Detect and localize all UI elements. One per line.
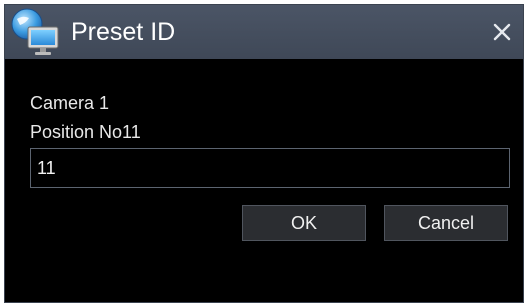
camera-label: Camera 1 bbox=[30, 93, 110, 113]
close-icon[interactable] bbox=[487, 17, 517, 47]
position-label: Position No11 bbox=[30, 122, 141, 142]
ok-button[interactable]: OK bbox=[242, 205, 366, 241]
dialog-title: Preset ID bbox=[71, 18, 176, 46]
title-bar[interactable]: Preset ID bbox=[5, 5, 523, 59]
preset-id-dialog: Preset ID Camera 1 Position No11 OK Canc… bbox=[4, 4, 524, 303]
network-computer-icon bbox=[9, 7, 61, 57]
preset-id-input[interactable] bbox=[30, 148, 510, 188]
cancel-button[interactable]: Cancel bbox=[384, 205, 508, 241]
